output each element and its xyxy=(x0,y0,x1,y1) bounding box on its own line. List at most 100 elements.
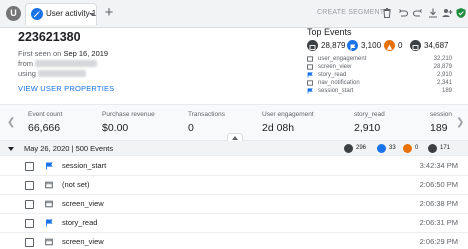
metric-value: 0 xyxy=(188,122,194,134)
summary-value: 34,687 xyxy=(424,41,449,50)
first-seen-line: First seen on Sep 16, 2019 xyxy=(18,49,108,58)
avatar[interactable]: U xyxy=(6,6,21,21)
row-checkbox[interactable] xyxy=(25,238,34,247)
metric-value: 2,910 xyxy=(354,122,381,134)
undo-icon[interactable] xyxy=(397,7,409,19)
top-event-name: screen_view xyxy=(318,64,352,70)
flag-icon xyxy=(46,162,53,170)
chevron-up-icon xyxy=(232,136,238,140)
chip-value: 0 xyxy=(415,145,419,151)
screen-icon xyxy=(307,56,313,62)
event-time: 2:06:50 PM xyxy=(419,180,458,189)
event-row[interactable]: session_start 3:42:34 PM xyxy=(0,157,468,176)
chevron-down-icon[interactable] xyxy=(89,13,95,16)
screen-view-icon xyxy=(428,144,437,153)
top-event-name: story_read xyxy=(318,72,347,78)
date-group-header[interactable]: May 26, 2020 | 500 Events 296 33 0 171 xyxy=(0,141,468,156)
screen-icon xyxy=(45,200,53,208)
flag-icon xyxy=(307,72,313,78)
redo-icon[interactable] xyxy=(412,7,424,19)
top-event-count: 189 xyxy=(441,88,452,94)
event-name: story_read xyxy=(62,218,98,227)
event-time: 2:06:38 PM xyxy=(419,199,458,208)
metric-value: 189 xyxy=(430,122,448,134)
metric-transactions: Transactions 0 xyxy=(188,111,225,134)
redacted-device xyxy=(38,70,87,77)
delete-icon[interactable] xyxy=(381,7,393,19)
download-icon[interactable] xyxy=(427,7,439,19)
metric-user-engagement: User engagement 2d 08h xyxy=(262,111,314,134)
share-user-icon[interactable] xyxy=(441,7,453,19)
top-event-count: 2,910 xyxy=(436,72,452,78)
metric-label: Purchase revenue xyxy=(102,111,155,118)
using-label: using xyxy=(18,69,36,78)
summary-value: 3,100 xyxy=(361,41,382,50)
chip-value: 33 xyxy=(389,145,396,151)
top-events-title: Top Events xyxy=(307,27,352,37)
event-row[interactable]: story_read 2:06:31 PM xyxy=(0,214,468,233)
screen-view-icon xyxy=(410,40,421,51)
screen-icon xyxy=(45,181,53,189)
screen-icon xyxy=(307,64,313,70)
redacted-location xyxy=(35,60,98,67)
metric-value: $0.00 xyxy=(102,122,129,134)
event-time: 3:42:34 PM xyxy=(419,161,458,170)
top-event-count: 2,341 xyxy=(436,80,452,86)
row-checkbox[interactable] xyxy=(25,200,34,209)
chip-value: 296 xyxy=(356,145,367,151)
location-line: from xyxy=(18,59,98,68)
event-name: screen_view xyxy=(62,199,104,208)
row-checkbox[interactable] xyxy=(25,162,34,171)
warning-icon xyxy=(384,40,395,51)
flag-icon xyxy=(307,88,313,94)
create-segment-button[interactable]: CREATE SEGMENT xyxy=(317,9,384,16)
metric-label: story_read xyxy=(354,111,385,118)
screen-icon xyxy=(307,80,313,86)
top-events-summary: 28,879 3,100 0 34,687 xyxy=(307,40,467,52)
metric-purchase-revenue: Purchase revenue $0.00 xyxy=(102,111,155,134)
metric-label: Transactions xyxy=(188,111,225,118)
event-row[interactable]: screen_view 2:06:38 PM xyxy=(0,195,468,214)
top-event-count: 32,210 xyxy=(433,56,452,62)
first-seen-date: Sep 16, 2019 xyxy=(63,49,109,58)
row-checkbox[interactable] xyxy=(25,219,34,228)
verified-shield-icon[interactable] xyxy=(455,7,467,19)
flag-icon xyxy=(46,219,53,227)
screen-view-icon xyxy=(344,144,353,153)
chevron-right-icon[interactable]: ❯ xyxy=(456,117,464,128)
screen-view-icon xyxy=(307,40,318,51)
chevron-down-icon[interactable] xyxy=(8,147,14,151)
metric-label: session xyxy=(430,111,453,118)
event-row[interactable]: screen_view 2:06:29 PM xyxy=(0,233,468,249)
event-row[interactable]: (not set) 2:06:50 PM xyxy=(0,176,468,195)
event-time: 2:06:29 PM xyxy=(419,237,458,246)
top-event-name: session_start xyxy=(318,88,354,94)
metric-value: 66,666 xyxy=(28,122,61,134)
chevron-left-icon[interactable]: ❮ xyxy=(7,117,15,128)
tab-user-activity[interactable]: User activity 1 xyxy=(25,3,97,25)
user-id: 223621380 xyxy=(18,30,81,44)
metric-value: 2d 08h xyxy=(262,122,295,134)
event-time: 2:06:31 PM xyxy=(419,218,458,227)
flag-icon xyxy=(347,40,358,51)
summary-value: 28,879 xyxy=(321,41,346,50)
event-name: (not set) xyxy=(62,180,90,189)
date-group-title: May 26, 2020 | 500 Events xyxy=(24,144,114,153)
add-tab-button[interactable]: + xyxy=(101,5,117,21)
top-event-name: nav_notification xyxy=(318,80,360,86)
warning-icon xyxy=(403,144,412,153)
pencil-icon xyxy=(31,8,43,20)
device-line: using xyxy=(18,69,87,78)
top-event-count: 28,879 xyxy=(433,64,452,70)
view-user-properties-link[interactable]: VIEW USER PROPERTIES xyxy=(18,84,114,93)
first-seen-label: First seen on xyxy=(18,49,62,58)
top-event-row[interactable]: session_start 189 xyxy=(307,87,452,96)
event-name: session_start xyxy=(62,161,107,170)
chip-value: 171 xyxy=(440,145,451,151)
top-event-name: user_engagement xyxy=(318,56,367,62)
event-name: screen_view xyxy=(62,237,104,246)
row-checkbox[interactable] xyxy=(25,181,34,190)
metric-story-read: story_read 2,910 xyxy=(354,111,385,134)
metric-event-count: Event count 66,666 xyxy=(28,111,62,134)
flag-icon xyxy=(377,144,386,153)
